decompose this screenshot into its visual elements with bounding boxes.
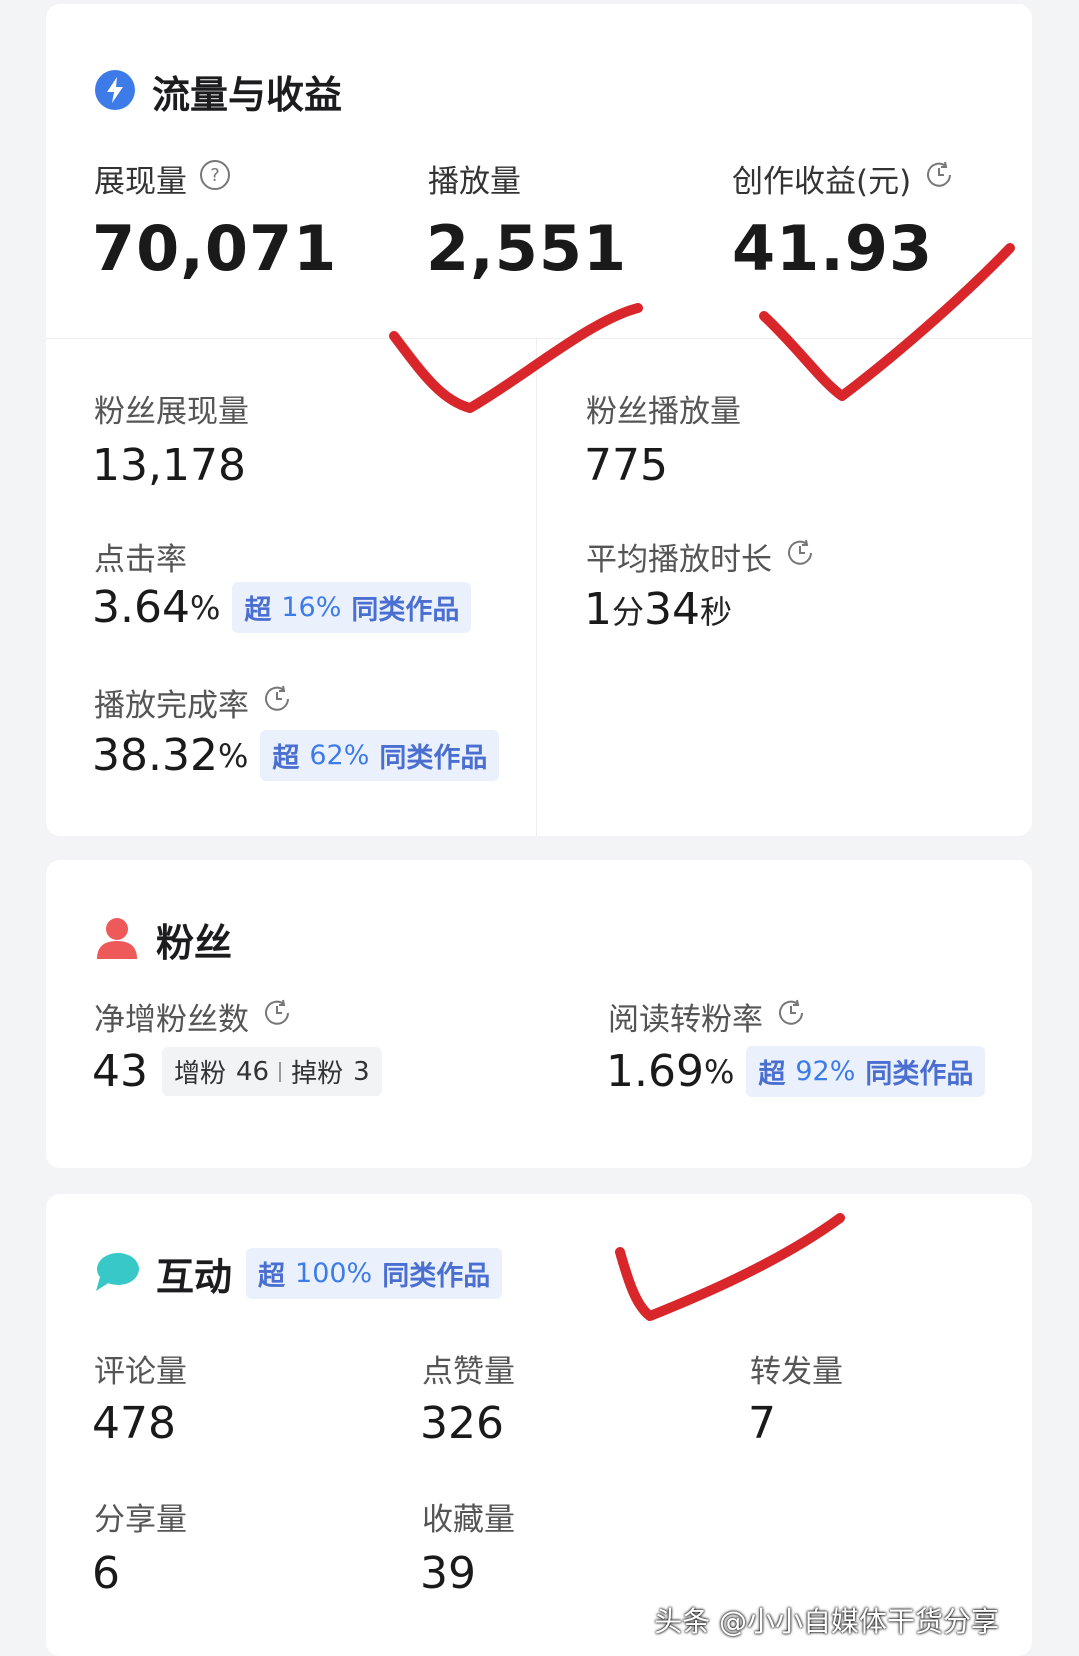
- net-gain-label-row: 净增粉丝数: [94, 994, 293, 1039]
- gain-value: 46: [236, 1056, 270, 1087]
- badge-pct: 92%: [795, 1056, 856, 1087]
- avg-duration-row: 1 分 34 秒: [584, 584, 732, 635]
- badge-suffix: 同类作品: [865, 1059, 974, 1090]
- shares-label: 分享量: [94, 1502, 187, 1538]
- fan-plays-value: 775: [584, 440, 668, 491]
- shares-value: 6: [92, 1548, 120, 1599]
- chat-bubble-icon: [94, 1251, 140, 1297]
- separator: [279, 1061, 282, 1082]
- net-gain-label: 净增粉丝数: [94, 1002, 249, 1038]
- completion-value: 38.32: [92, 730, 218, 781]
- clock-refresh-icon[interactable]: [784, 537, 816, 577]
- clock-refresh-icon[interactable]: [775, 997, 807, 1037]
- fan-impressions-value: 13,178: [92, 440, 246, 491]
- ctr-label: 点击率: [94, 542, 187, 578]
- impressions-value: 70,071: [92, 212, 338, 285]
- avg-duration-min: 1: [584, 584, 612, 635]
- impressions-label-row: 展现量 ?: [94, 156, 231, 201]
- interaction-title: 互动: [156, 1255, 233, 1299]
- traffic-title: 流量与收益: [152, 73, 343, 117]
- completion-label-row: 播放完成率: [94, 680, 293, 725]
- completion-rank-badge: 超 62% 同类作品: [260, 730, 500, 781]
- convert-rank-badge: 超 92% 同类作品: [746, 1046, 986, 1097]
- favorites-label: 收藏量: [422, 1502, 515, 1538]
- divider: [536, 339, 537, 836]
- net-gain-row: 43 增粉 46 掉粉 3: [92, 1046, 382, 1097]
- avg-duration-sec-unit: 秒: [700, 592, 733, 631]
- badge-pct: 16%: [281, 592, 342, 623]
- gain-label: 增粉: [174, 1059, 227, 1089]
- question-circle-icon[interactable]: ?: [199, 159, 231, 199]
- svg-text:?: ?: [210, 165, 220, 186]
- avg-duration-sec: 34: [644, 584, 701, 635]
- badge-prefix: 超: [258, 1261, 286, 1292]
- interaction-rank-badge: 超 100% 同类作品: [246, 1248, 503, 1299]
- fans-title: 粉丝: [156, 921, 233, 965]
- lightning-drop-icon: [94, 69, 136, 115]
- clock-refresh-icon[interactable]: [261, 683, 293, 723]
- earnings-label-row: 创作收益(元): [732, 156, 955, 201]
- fans-card: 粉丝 净增粉丝数 43 增粉 46 掉粉 3 阅读转粉率 1.69 % 超 92…: [46, 860, 1032, 1168]
- interaction-section-header: 互动 超 100% 同类作品: [94, 1246, 503, 1301]
- reposts-label: 转发量: [750, 1354, 843, 1390]
- fans-section-header: 粉丝: [94, 912, 232, 967]
- badge-prefix: 超: [272, 743, 300, 774]
- completion-label: 播放完成率: [94, 688, 249, 724]
- earnings-label: 创作收益(元): [732, 164, 912, 200]
- gain-loss-badge: 增粉 46 掉粉 3: [162, 1047, 382, 1096]
- badge-suffix: 同类作品: [351, 595, 460, 626]
- loss-label: 掉粉: [291, 1059, 344, 1089]
- earnings-value: 41.93: [732, 212, 934, 285]
- convert-label-row: 阅读转粉率: [608, 994, 807, 1039]
- plays-label: 播放量: [428, 164, 521, 200]
- watermark: 头条 @小小自媒体干货分享: [654, 1605, 999, 1638]
- plays-value: 2,551: [426, 212, 628, 285]
- convert-row: 1.69 % 超 92% 同类作品: [606, 1046, 986, 1097]
- ctr-value: 3.64: [92, 582, 190, 633]
- traffic-section-header: 流量与收益: [94, 64, 342, 119]
- avg-duration-label: 平均播放时长: [586, 542, 772, 578]
- likes-label: 点赞量: [422, 1354, 515, 1390]
- completion-row: 38.32 % 超 62% 同类作品: [92, 730, 500, 781]
- badge-prefix: 超: [244, 595, 272, 626]
- badge-pct: 62%: [309, 740, 370, 771]
- fan-plays-label: 粉丝播放量: [586, 394, 741, 430]
- net-gain-value: 43: [92, 1046, 148, 1097]
- fan-impressions-label: 粉丝展现量: [94, 394, 249, 430]
- likes-value: 326: [420, 1398, 504, 1449]
- person-icon: [94, 915, 140, 965]
- clock-refresh-icon[interactable]: [923, 159, 955, 199]
- loss-value: 3: [353, 1056, 370, 1087]
- avg-duration-min-unit: 分: [612, 592, 645, 631]
- badge-prefix: 超: [758, 1059, 786, 1090]
- reposts-value: 7: [748, 1398, 776, 1449]
- ctr-row: 3.64 % 超 16% 同类作品: [92, 582, 472, 633]
- badge-suffix: 同类作品: [382, 1261, 491, 1292]
- badge-suffix: 同类作品: [379, 743, 488, 774]
- avg-duration-label-row: 平均播放时长: [586, 534, 816, 579]
- comments-value: 478: [92, 1398, 176, 1449]
- badge-pct: 100%: [295, 1258, 373, 1289]
- convert-value: 1.69: [606, 1046, 704, 1097]
- clock-refresh-icon[interactable]: [261, 997, 293, 1037]
- completion-unit: %: [217, 736, 249, 775]
- convert-unit: %: [703, 1052, 735, 1091]
- comments-label: 评论量: [94, 1354, 187, 1390]
- traffic-card: 流量与收益 展现量 ? 70,071 播放量 2,551 创作收益(元) 41.…: [46, 4, 1032, 836]
- ctr-unit: %: [189, 588, 221, 627]
- convert-label: 阅读转粉率: [608, 1002, 763, 1038]
- impressions-label: 展现量: [94, 164, 187, 200]
- divider: [46, 338, 1032, 339]
- ctr-rank-badge: 超 16% 同类作品: [232, 582, 472, 633]
- interaction-card: 互动 超 100% 同类作品 评论量 478 点赞量 326 转发量 7 分享量…: [46, 1194, 1032, 1656]
- favorites-value: 39: [420, 1548, 476, 1599]
